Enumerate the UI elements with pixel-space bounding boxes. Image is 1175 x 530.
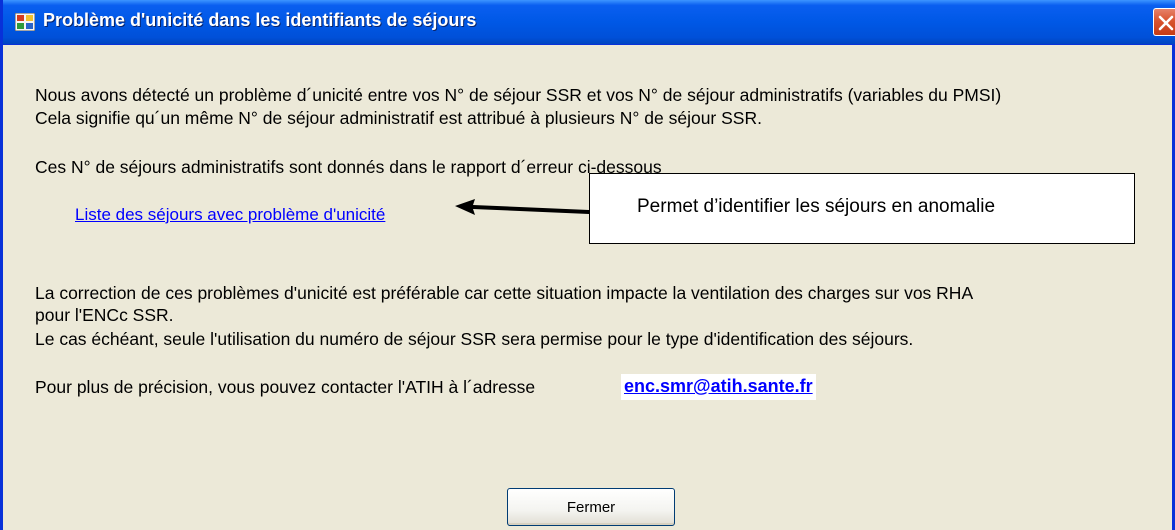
window-title: Problème d'unicité dans les identifiants… bbox=[43, 10, 477, 30]
contact-email-link[interactable]: enc.smr@atih.sante.fr bbox=[621, 374, 816, 400]
window-close-button[interactable] bbox=[1153, 8, 1175, 36]
title-bar[interactable]: Problème d'unicité dans les identifiants… bbox=[3, 0, 1175, 45]
message-line-2: Cela signifie qu´un même N° de séjour ad… bbox=[35, 108, 762, 128]
message-line-6: Le cas échéant, seule l'utilisation du n… bbox=[35, 329, 914, 349]
message-line-3: Ces N° de séjours administratifs sont do… bbox=[35, 157, 662, 177]
message-line-4: La correction de ces problèmes d'unicité… bbox=[35, 283, 974, 303]
callout-text: Permet d’identifier les séjours en anoma… bbox=[637, 196, 996, 217]
dialog-window: Problème d'unicité dans les identifiants… bbox=[0, 0, 1175, 530]
close-button[interactable]: Fermer bbox=[507, 488, 675, 526]
app-icon bbox=[14, 12, 36, 32]
close-icon bbox=[1158, 15, 1174, 31]
unicity-report-link[interactable]: Liste des séjours avec problème d'unicit… bbox=[75, 205, 385, 225]
message-line-7: Pour plus de précision, vous pouvez cont… bbox=[35, 377, 536, 397]
message-line-1: Nous avons détecté un problème d´unicité… bbox=[35, 85, 1002, 105]
annotation-callout: Permet d’identifier les séjours en anoma… bbox=[589, 173, 1135, 244]
annotation-arrow bbox=[455, 199, 589, 215]
message-line-5: pour l'ENCc SSR. bbox=[35, 305, 174, 325]
